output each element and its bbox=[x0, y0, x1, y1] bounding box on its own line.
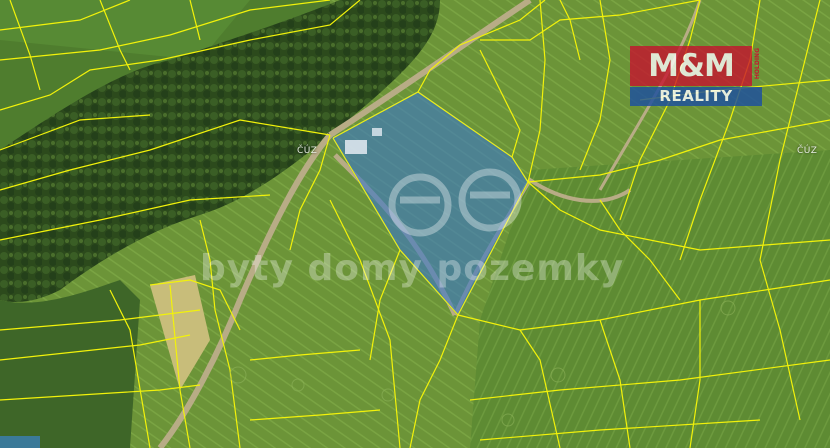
cadastral-map[interactable]: ČÚZ ČÚZ byty domy pozemky M&M HOLDING RE… bbox=[0, 0, 830, 448]
corner-marker bbox=[0, 436, 40, 448]
brand-logo: M&M HOLDING REALITY bbox=[630, 46, 762, 108]
watermark-text: byty domy pozemky bbox=[200, 248, 625, 289]
logo-holding: HOLDING bbox=[754, 48, 761, 80]
cadastral-label: ČÚZ bbox=[297, 146, 318, 156]
cadastral-label: ČÚZ bbox=[797, 146, 818, 156]
logo-brand: M&M bbox=[630, 46, 752, 86]
logo-reality: REALITY bbox=[630, 87, 762, 106]
